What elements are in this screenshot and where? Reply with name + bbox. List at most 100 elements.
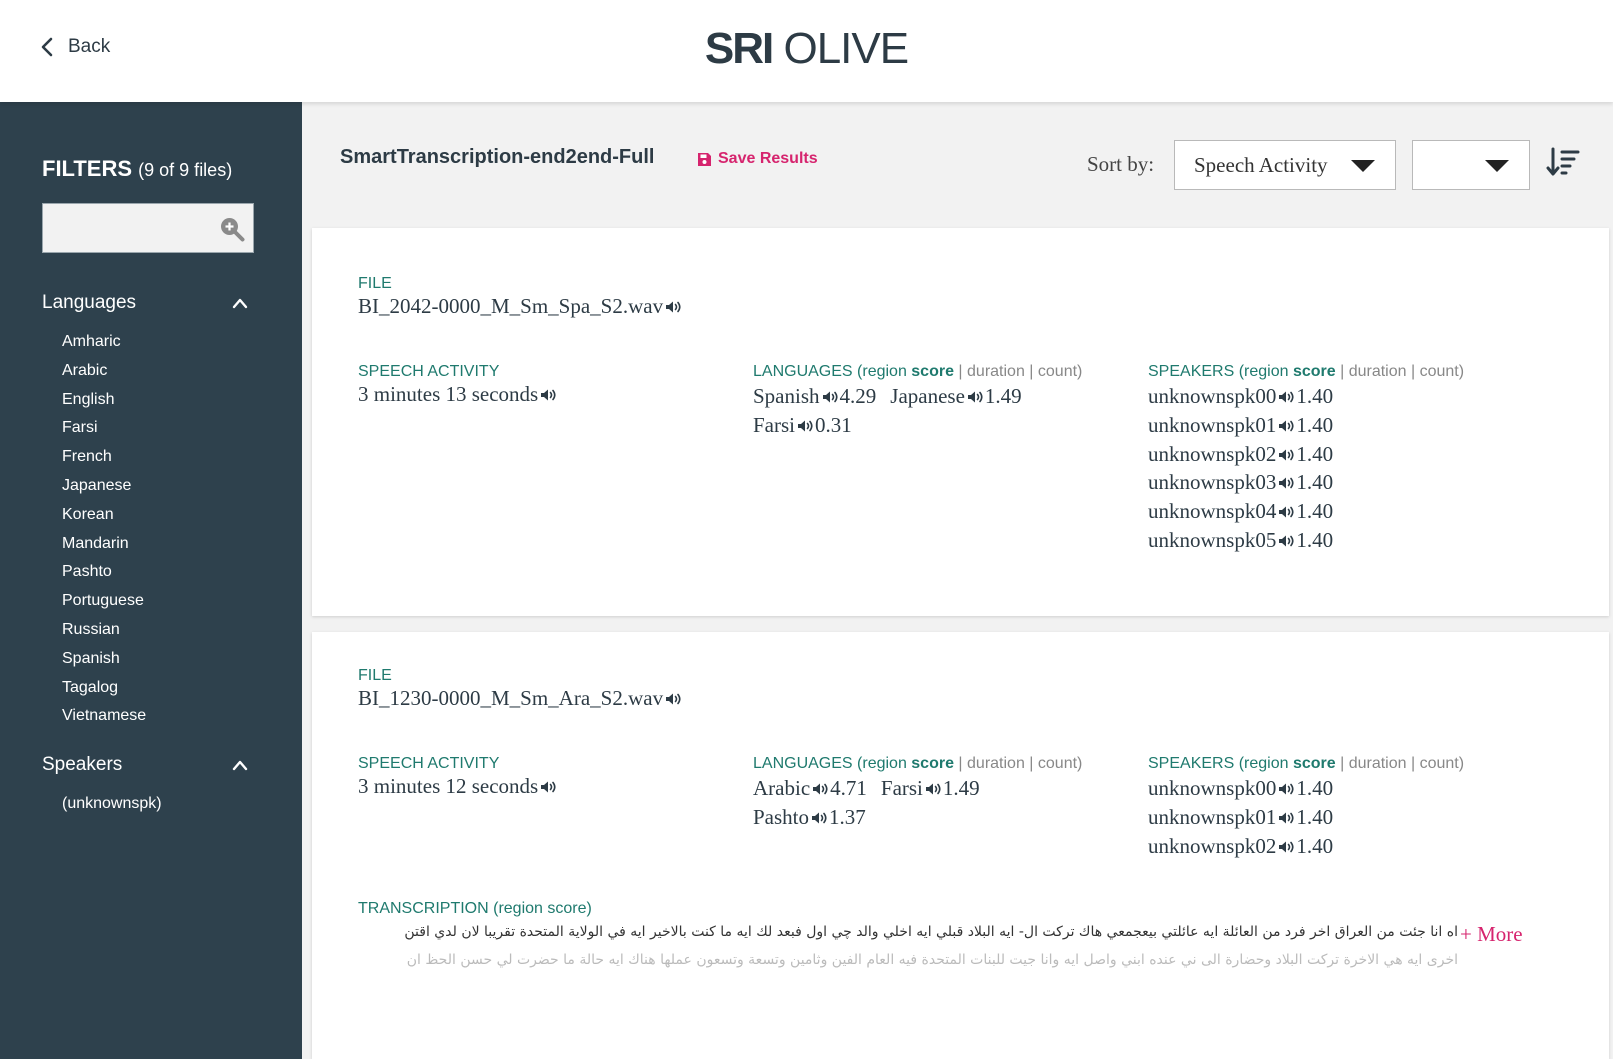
speaker-icon-glyph bbox=[967, 391, 983, 403]
speaker-icon[interactable] bbox=[1276, 526, 1296, 555]
chevron-up-icon bbox=[232, 298, 248, 309]
speaker-score: unknownspk01 1.40 bbox=[1148, 411, 1333, 440]
speaker-score-name: unknownspk01 bbox=[1148, 412, 1277, 437]
speakers-row: unknownspk02 1.40 bbox=[1148, 832, 1347, 861]
filter-search-input[interactable] bbox=[43, 204, 203, 252]
languages-label-prefix: LANGUAGES (region bbox=[753, 755, 912, 772]
speaker-icon[interactable] bbox=[1276, 411, 1296, 440]
speaker-icon[interactable] bbox=[965, 382, 985, 411]
language-filter-item[interactable]: Farsi bbox=[62, 414, 146, 443]
speakers-label-prefix: SPEAKERS (region bbox=[1148, 363, 1293, 380]
duration-count-label: | duration | count) bbox=[953, 755, 1083, 772]
speaker-icon[interactable] bbox=[795, 411, 815, 440]
speaker-score-name: unknownspk01 bbox=[1148, 804, 1277, 829]
speaker-score-score: 1.40 bbox=[1296, 776, 1334, 800]
speaker-icon-glyph bbox=[1279, 812, 1294, 824]
speaker-icon-glyph bbox=[1279, 477, 1294, 489]
speaker-score-score: 1.40 bbox=[1296, 804, 1334, 829]
speaker-score-name: unknownspk00 bbox=[1148, 384, 1277, 408]
speakers-section-toggle[interactable]: Speakers bbox=[42, 754, 248, 776]
language-filter-item[interactable]: English bbox=[62, 386, 146, 415]
speaker-icon-glyph bbox=[822, 391, 838, 403]
filters-sidebar: FILTERS (9 of 9 files) Languages Amharic… bbox=[0, 102, 302, 1059]
speaker-icon-glyph bbox=[812, 812, 827, 824]
speakers-filter-list: (unknownspk) bbox=[62, 790, 162, 819]
speaker-icon[interactable] bbox=[1276, 440, 1296, 469]
speaker-icon-glyph bbox=[813, 783, 828, 795]
language-score: Pashto 1.37 bbox=[753, 803, 866, 832]
speaker-score: unknownspk05 1.40 bbox=[1148, 526, 1333, 555]
speakers-row: unknownspk04 1.40 bbox=[1148, 497, 1347, 526]
speaker-score-name: unknownspk02 bbox=[1148, 441, 1277, 466]
speaker-icon-glyph bbox=[666, 301, 681, 313]
logo-bold-text: SRI bbox=[704, 24, 774, 73]
speaker-icon[interactable] bbox=[663, 686, 683, 710]
language-score-name: Farsi bbox=[753, 412, 795, 437]
sort-field-value: Speech Activity bbox=[1194, 153, 1328, 177]
file-name: BI_1230-0000_M_Sm_Ara_S2.wav bbox=[358, 686, 683, 711]
speaker-filter-item[interactable]: (unknownspk) bbox=[62, 790, 162, 819]
language-score-name: Farsi bbox=[880, 776, 923, 800]
language-filter-item[interactable]: Vietnamese bbox=[62, 702, 146, 731]
language-score-name: Spanish bbox=[753, 384, 820, 408]
speakers-row: unknownspk03 1.40 bbox=[1148, 468, 1347, 497]
language-score-score: 0.31 bbox=[815, 412, 852, 437]
file-name-text: BI_1230-0000_M_Sm_Ara_S2.wav bbox=[358, 686, 664, 710]
speech-activity-label: SPEECH ACTIVITY bbox=[358, 755, 500, 772]
speaker-score: unknownspk01 1.40 bbox=[1148, 803, 1333, 832]
language-filter-item[interactable]: Japanese bbox=[62, 472, 146, 501]
language-filter-item[interactable]: Korean bbox=[62, 501, 146, 530]
speaker-icon[interactable] bbox=[923, 774, 943, 803]
transcription-label: TRANSCRIPTION (region score) bbox=[358, 900, 592, 917]
speaker-icon[interactable] bbox=[1276, 497, 1296, 526]
result-card: FILE BI_2042-0000_M_Sm_Spa_S2.wav SPEECH… bbox=[312, 228, 1609, 616]
speaker-icon-glyph bbox=[541, 781, 556, 793]
languages-section-toggle[interactable]: Languages bbox=[42, 292, 248, 314]
speaker-icon[interactable] bbox=[538, 382, 558, 406]
zoom-in-icon[interactable] bbox=[219, 216, 245, 242]
language-filter-item[interactable]: Arabic bbox=[62, 357, 146, 386]
speakers-row: unknownspk05 1.40 bbox=[1148, 526, 1347, 555]
speaker-score: unknownspk00 1.40 bbox=[1148, 382, 1333, 411]
language-filter-item[interactable]: Portuguese bbox=[62, 587, 146, 616]
language-filter-item[interactable]: French bbox=[62, 443, 146, 472]
speaker-score: unknownspk02 1.40 bbox=[1148, 832, 1333, 861]
language-filter-item[interactable]: Tagalog bbox=[62, 674, 146, 703]
speech-activity-text: 3 minutes 12 seconds bbox=[358, 774, 539, 798]
speaker-icon-glyph bbox=[925, 783, 941, 795]
score-label: score bbox=[1292, 755, 1336, 772]
speaker-icon[interactable] bbox=[809, 803, 829, 832]
speaker-icon[interactable] bbox=[1276, 382, 1296, 411]
save-results-button[interactable]: Save Results bbox=[697, 150, 818, 168]
speaker-icon-glyph bbox=[1279, 391, 1294, 403]
speaker-icon[interactable] bbox=[663, 294, 683, 318]
speaker-icon[interactable] bbox=[538, 774, 558, 798]
language-filter-item[interactable]: Amharic bbox=[62, 328, 146, 357]
language-filter-item[interactable]: Mandarin bbox=[62, 530, 146, 559]
speaker-icon[interactable] bbox=[1276, 774, 1296, 803]
sort-field-select[interactable]: Speech Activity bbox=[1174, 140, 1396, 190]
language-score: Farsi 0.31 bbox=[753, 411, 852, 440]
chevron-up-icon bbox=[232, 760, 248, 771]
sort-descending-icon[interactable] bbox=[1546, 146, 1580, 178]
speaker-icon[interactable] bbox=[810, 774, 830, 803]
speaker-score-name: unknownspk00 bbox=[1148, 776, 1277, 800]
speech-activity-text: 3 minutes 13 seconds bbox=[358, 382, 539, 406]
speaker-icon[interactable] bbox=[820, 382, 840, 411]
app-logo: SRI OLIVE bbox=[0, 24, 1613, 74]
speaker-icon[interactable] bbox=[1276, 468, 1296, 497]
language-filter-item[interactable]: Spanish bbox=[62, 645, 146, 674]
speaker-icon[interactable] bbox=[1276, 803, 1296, 832]
speaker-score-score: 1.40 bbox=[1296, 384, 1334, 408]
speaker-icon[interactable] bbox=[1276, 832, 1296, 861]
speaker-score-score: 1.40 bbox=[1296, 412, 1334, 437]
speaker-icon-glyph bbox=[1279, 841, 1294, 853]
language-filter-item[interactable]: Russian bbox=[62, 616, 146, 645]
score-label: score bbox=[911, 363, 954, 380]
more-link[interactable]: + More bbox=[1460, 922, 1523, 947]
sort-secondary-select[interactable] bbox=[1412, 140, 1530, 190]
speech-activity-label: SPEECH ACTIVITY bbox=[358, 363, 500, 380]
language-filter-item[interactable]: Pashto bbox=[62, 558, 146, 587]
language-score: Spanish 4.29 bbox=[753, 382, 876, 411]
language-score-score: 1.49 bbox=[984, 384, 1022, 408]
